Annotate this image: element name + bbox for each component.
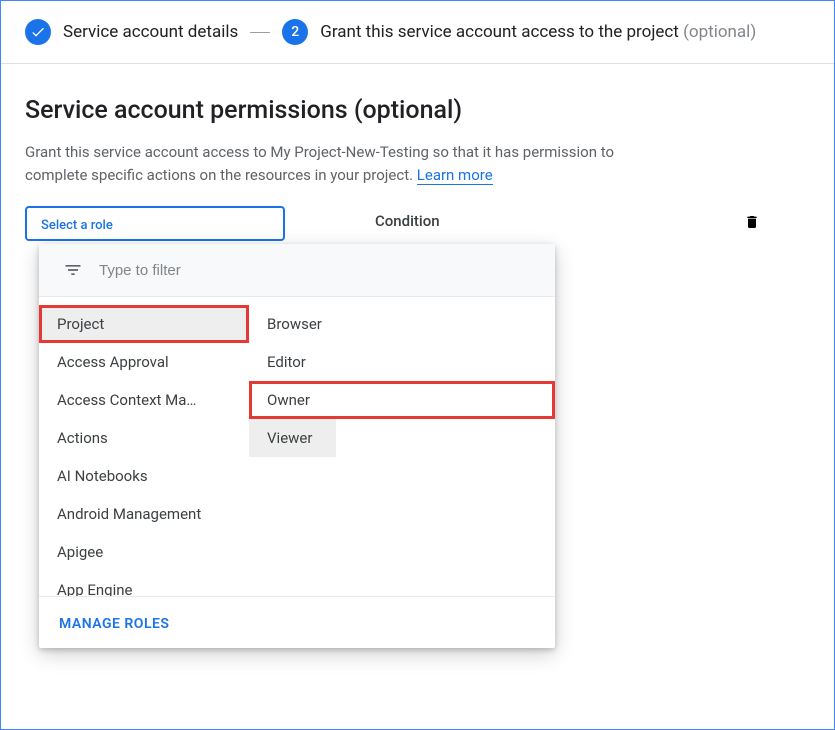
- main-content: Service account permissions (optional) G…: [1, 64, 834, 273]
- step2-label[interactable]: Grant this service account access to the…: [320, 22, 756, 42]
- select-role-dropdown[interactable]: Select a role: [25, 206, 285, 241]
- category-access-approval[interactable]: Access Approval: [39, 343, 249, 381]
- role-owner[interactable]: Owner: [249, 381, 555, 419]
- stepper-header: Service account details 2 Grant this ser…: [1, 1, 834, 64]
- role-browser[interactable]: Browser: [249, 305, 555, 343]
- condition-label: Condition: [375, 206, 440, 230]
- page-title: Service account permissions (optional): [25, 96, 810, 125]
- categories-column[interactable]: Project Access Approval Access Context M…: [39, 297, 249, 596]
- role-editor[interactable]: Editor: [249, 343, 555, 381]
- category-project[interactable]: Project: [39, 305, 249, 343]
- role-dropdown-panel: Project Access Approval Access Context M…: [39, 244, 555, 648]
- dropdown-body: Project Access Approval Access Context M…: [39, 296, 555, 596]
- page-description: Grant this service account access to My …: [25, 141, 625, 186]
- step2-optional: (optional): [683, 22, 756, 42]
- category-apigee[interactable]: Apigee: [39, 533, 249, 571]
- filter-input[interactable]: [99, 262, 535, 279]
- step1-check-icon: [25, 19, 51, 45]
- category-actions[interactable]: Actions: [39, 419, 249, 457]
- step-divider: [250, 32, 270, 33]
- step1-label[interactable]: Service account details: [63, 22, 238, 42]
- filter-icon: [63, 260, 83, 280]
- select-role-label: Select a role: [41, 218, 113, 233]
- roles-column: Browser Editor Owner Viewer: [249, 297, 555, 596]
- category-android-management[interactable]: Android Management: [39, 495, 249, 533]
- step2-text: Grant this service account access to the…: [320, 22, 679, 42]
- manage-roles-button[interactable]: MANAGE ROLES: [59, 616, 169, 632]
- desc-text: Grant this service account access to My …: [25, 143, 614, 184]
- category-ai-notebooks[interactable]: AI Notebooks: [39, 457, 249, 495]
- step2-number-icon: 2: [282, 19, 308, 45]
- learn-more-link[interactable]: Learn more: [417, 166, 493, 185]
- filter-row: [39, 244, 555, 296]
- role-viewer[interactable]: Viewer: [249, 419, 336, 457]
- trash-icon[interactable]: [744, 212, 760, 236]
- dropdown-footer: MANAGE ROLES: [39, 596, 555, 648]
- role-condition-row: Select a role Condition: [25, 206, 810, 241]
- category-app-engine[interactable]: App Engine: [39, 571, 249, 596]
- category-access-context[interactable]: Access Context Ma…: [39, 381, 249, 419]
